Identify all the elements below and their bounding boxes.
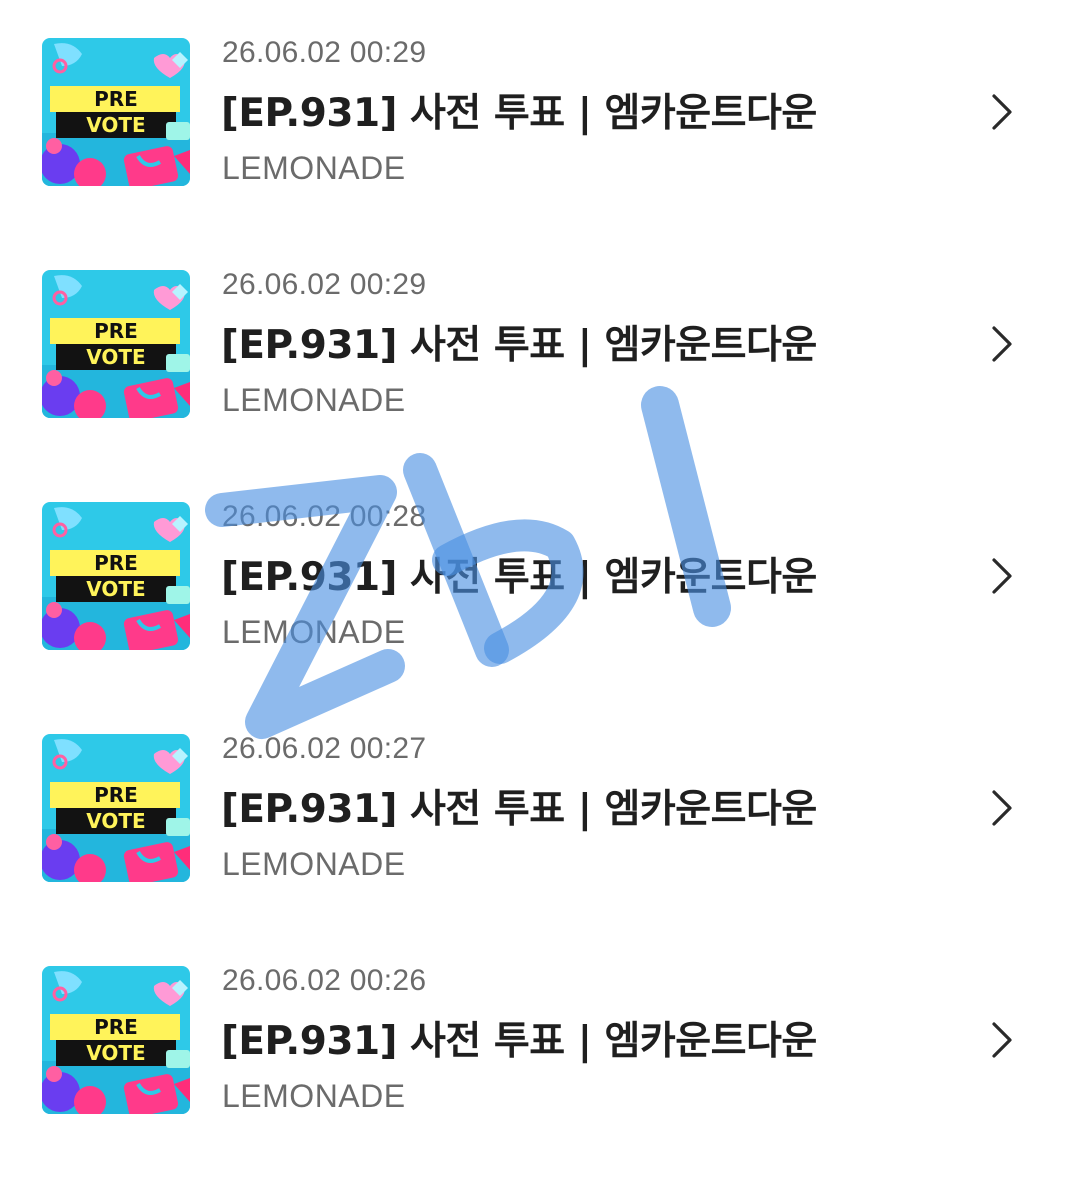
chevron-right-icon[interactable] <box>984 554 1018 598</box>
list-item[interactable]: PRE VOTE 26.06.02 00:29 [EP.931] 사전 투표 |… <box>0 232 1080 464</box>
artist-name: LEMONADE <box>222 1078 406 1114</box>
chevron-right-icon[interactable] <box>984 322 1018 366</box>
pre-vote-thumbnail: PRE VOTE <box>42 270 190 418</box>
artist-name: LEMONADE <box>222 846 406 882</box>
list-item[interactable]: PRE VOTE 26.06.02 00:26 [EP.931] 사전 투표 |… <box>0 928 1080 1160</box>
pre-vote-thumbnail: PRE VOTE <box>42 966 190 1114</box>
list-item[interactable]: PRE VOTE 26.06.02 00:28 [EP.931] 사전 투표 |… <box>0 464 1080 696</box>
pre-vote-thumbnail: PRE VOTE <box>42 38 190 186</box>
timestamp: 26.06.02 00:26 <box>222 964 427 997</box>
svg-text:PRE: PRE <box>94 1015 138 1039</box>
pre-vote-thumbnail: PRE VOTE <box>42 734 190 882</box>
svg-text:PRE: PRE <box>94 87 138 111</box>
svg-text:VOTE: VOTE <box>86 577 145 601</box>
item-title: [EP.931] 사전 투표 | 엠카운트다운 <box>221 323 817 368</box>
list-item[interactable]: PRE VOTE 26.06.02 00:29 [EP.931] 사전 투표 |… <box>0 0 1080 232</box>
timestamp: 26.06.02 00:27 <box>222 732 427 765</box>
chevron-right-icon[interactable] <box>984 90 1018 134</box>
timestamp: 26.06.02 00:29 <box>222 36 427 69</box>
item-title: [EP.931] 사전 투표 | 엠카운트다운 <box>221 91 817 136</box>
svg-text:PRE: PRE <box>94 551 138 575</box>
svg-text:VOTE: VOTE <box>86 809 145 833</box>
svg-text:PRE: PRE <box>94 783 138 807</box>
item-title: [EP.931] 사전 투표 | 엠카운트다운 <box>221 555 817 600</box>
svg-text:VOTE: VOTE <box>86 1041 145 1065</box>
item-title: [EP.931] 사전 투표 | 엠카운트다운 <box>221 787 817 832</box>
svg-text:PRE: PRE <box>94 319 138 343</box>
artist-name: LEMONADE <box>222 614 406 650</box>
svg-text:VOTE: VOTE <box>86 345 145 369</box>
timestamp: 26.06.02 00:28 <box>222 500 427 533</box>
item-title: [EP.931] 사전 투표 | 엠카운트다운 <box>221 1019 817 1064</box>
pre-vote-thumbnail: PRE VOTE <box>42 502 190 650</box>
chevron-right-icon[interactable] <box>984 1018 1018 1062</box>
artist-name: LEMONADE <box>222 382 406 418</box>
artist-name: LEMONADE <box>222 150 406 186</box>
list-item[interactable]: PRE VOTE 26.06.02 00:27 [EP.931] 사전 투표 |… <box>0 696 1080 928</box>
svg-text:VOTE: VOTE <box>86 113 145 137</box>
chevron-right-icon[interactable] <box>984 786 1018 830</box>
timestamp: 26.06.02 00:29 <box>222 268 427 301</box>
